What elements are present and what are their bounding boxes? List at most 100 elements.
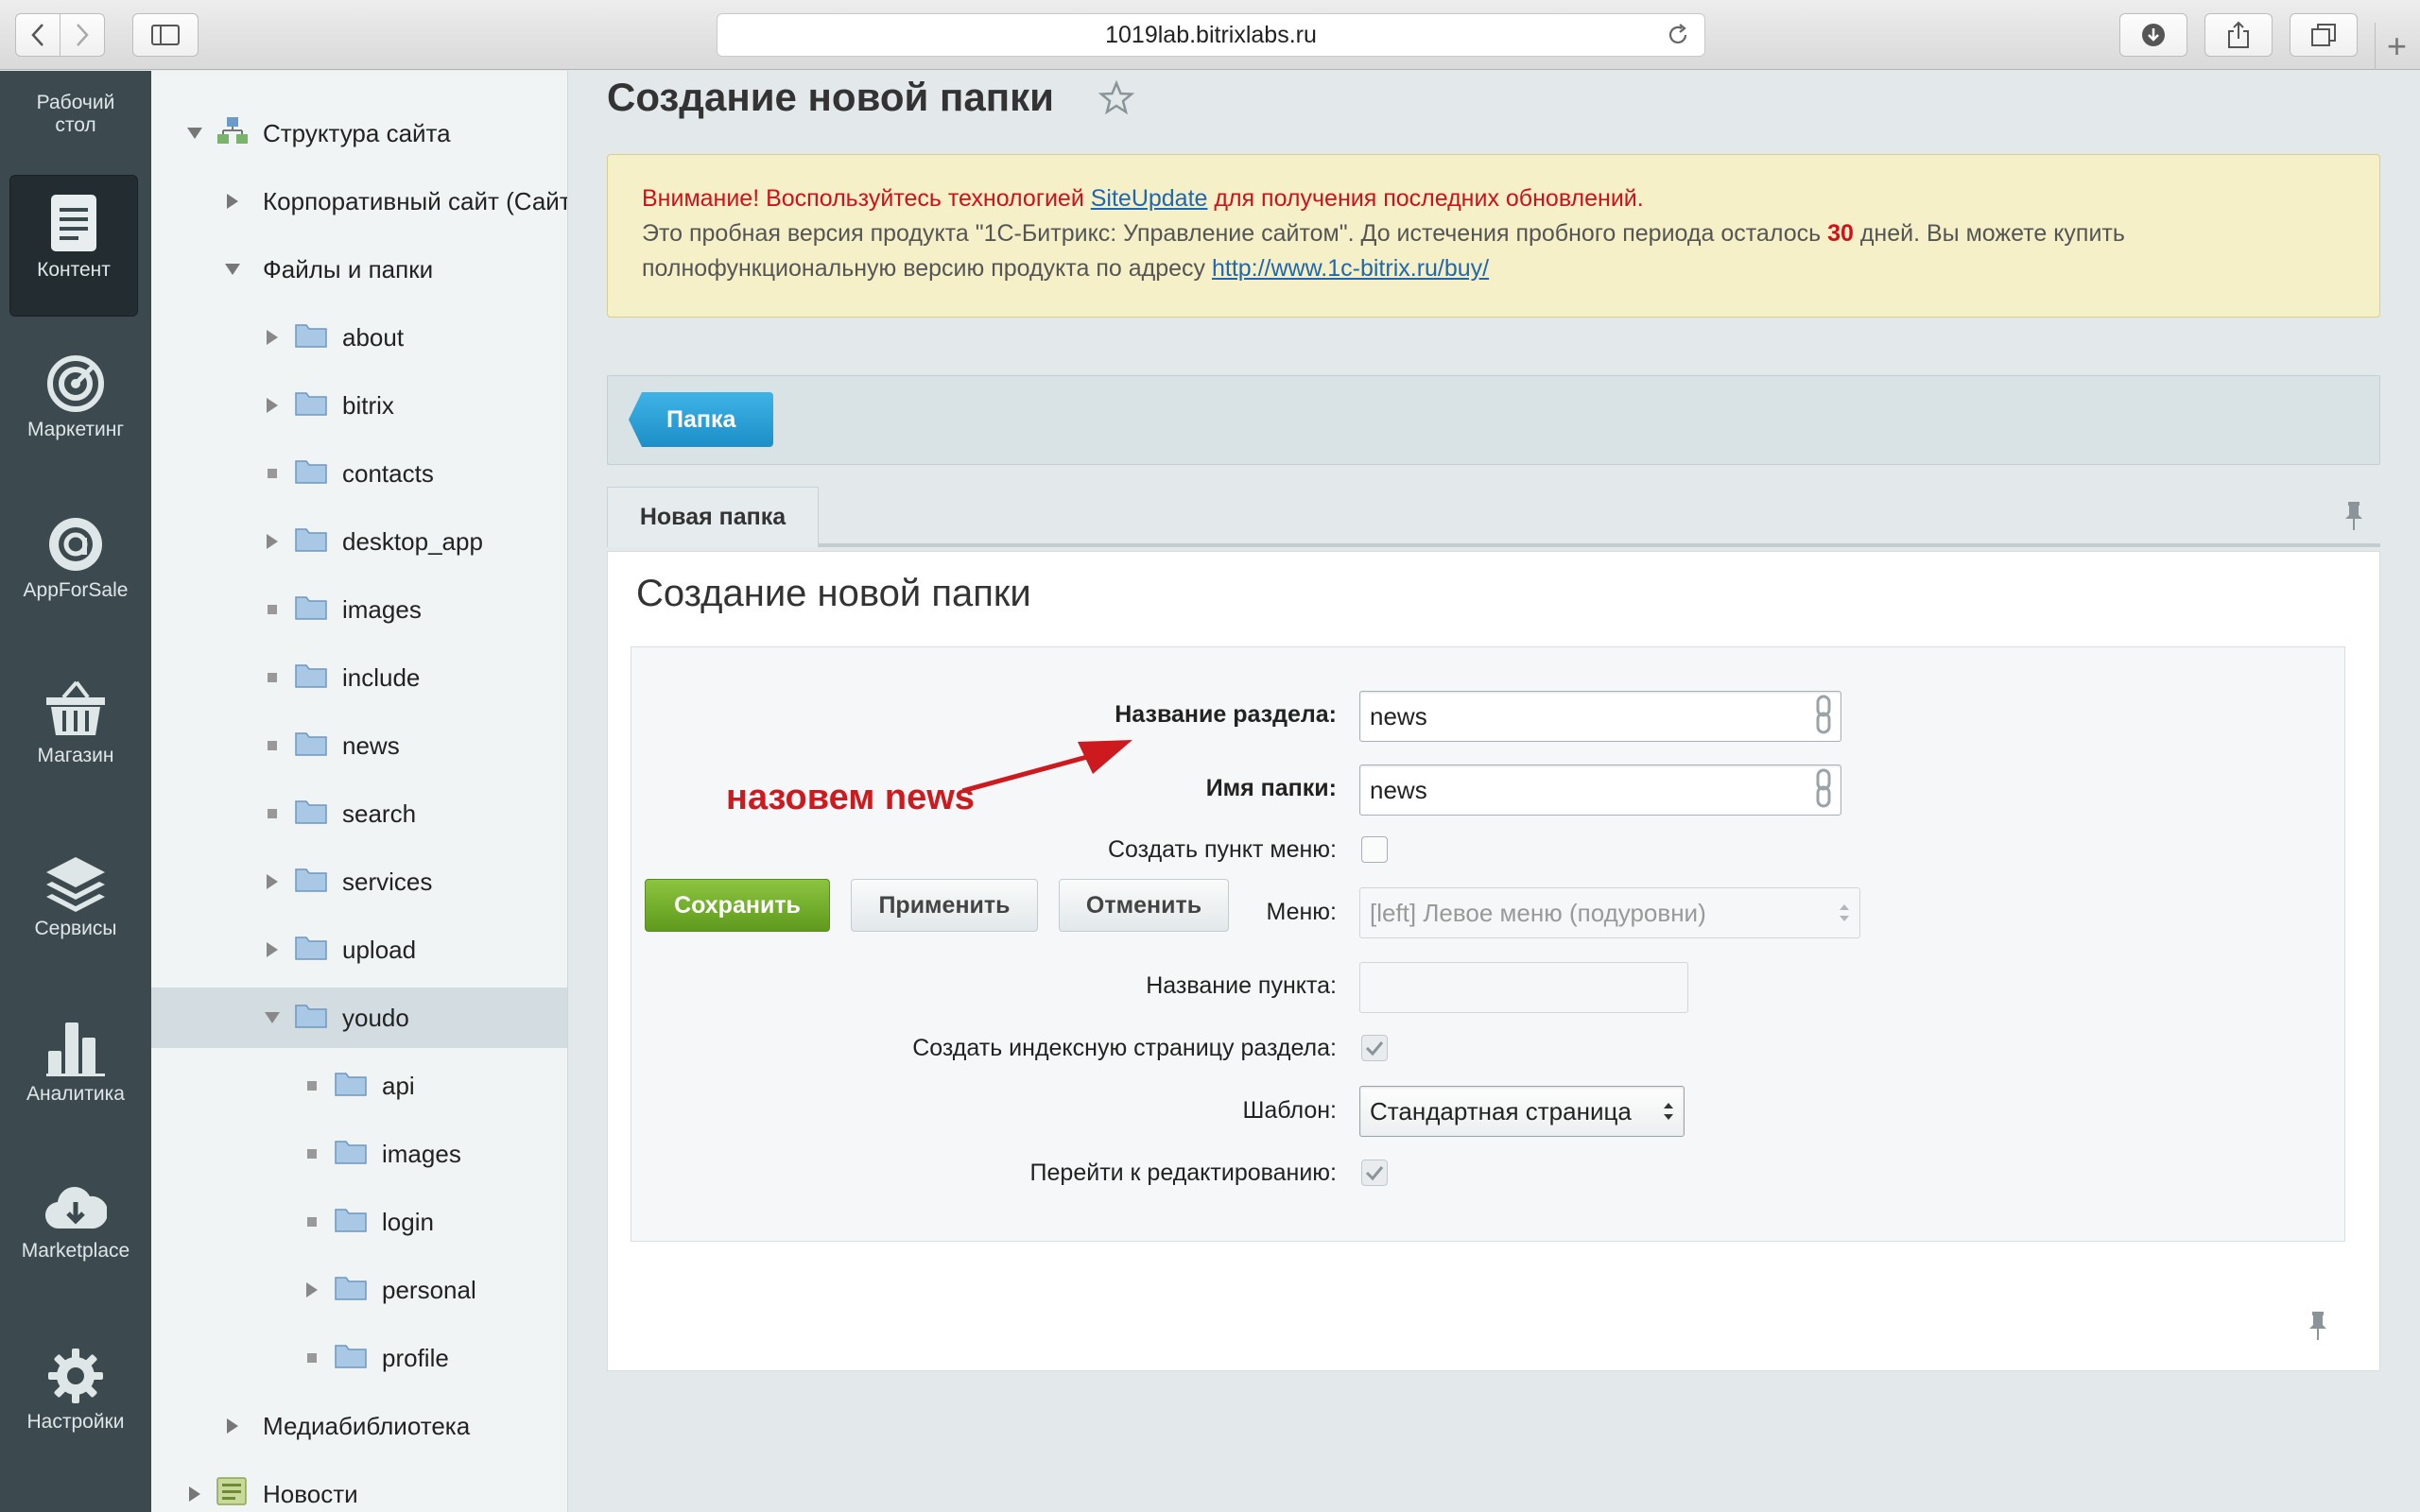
browser-chrome: 1019lab.bitrixlabs.ru + [0, 0, 2420, 70]
expanded-triangle-icon[interactable] [223, 260, 242, 279]
pin-icon[interactable] [2342, 500, 2365, 532]
tree-item-news-iblock[interactable]: Новости [151, 1464, 567, 1512]
item-name-input[interactable] [1359, 962, 1688, 1013]
tree-item-site-structure[interactable]: Структура сайта [151, 103, 567, 163]
tree-folder-include[interactable]: include [151, 647, 567, 708]
document-icon [51, 195, 96, 251]
menu-label: Меню: [1266, 899, 1337, 925]
menu-item-analytics[interactable]: Аналитика [0, 1019, 151, 1106]
apply-button[interactable]: Применить [851, 879, 1038, 932]
tree-item-media-library[interactable]: Медиабиблиотека [151, 1396, 567, 1456]
cloud-download-icon [44, 1187, 107, 1229]
menu-item-marketplace[interactable]: Marketplace [0, 1181, 151, 1263]
sidebar-icon [151, 25, 180, 45]
menu-item-shop[interactable]: Магазин [0, 680, 151, 767]
reload-icon[interactable] [1665, 22, 1691, 48]
collapsed-triangle-icon[interactable] [263, 396, 282, 415]
menu-label-marketing: Маркетинг [26, 419, 125, 440]
folder-icon [295, 662, 327, 695]
back-button[interactable] [15, 13, 60, 57]
tab-new-folder[interactable]: Новая папка [607, 487, 819, 547]
menu-select[interactable]: [left] Левое меню (подуровни) [1359, 887, 1860, 938]
tree-folder-about[interactable]: about [151, 307, 567, 368]
menu-item-settings[interactable]: Настройки [0, 1347, 151, 1434]
site-structure-tree: Структура сайта Корпоративный сайт (Сайт… [151, 71, 568, 1512]
buy-link[interactable]: http://www.1c-bitrix.ru/buy/ [1212, 255, 1489, 282]
save-button[interactable]: Сохранить [645, 879, 830, 932]
menu-label-content: Контент [37, 259, 111, 281]
tree-label: search [342, 799, 417, 828]
tree-folder-youdo[interactable]: youdo [151, 988, 567, 1048]
create-index-checkbox[interactable] [1361, 1035, 1388, 1061]
collapsed-triangle-icon[interactable] [223, 192, 242, 211]
tree-folder-search[interactable]: search [151, 783, 567, 844]
menu-item-appforsale[interactable]: AppForSale [0, 515, 151, 602]
tree-folder-services[interactable]: services [151, 851, 567, 912]
tree-label: images [342, 594, 422, 624]
section-name-input[interactable]: news [1359, 691, 1841, 742]
go-edit-checkbox[interactable] [1361, 1160, 1388, 1186]
collapsed-triangle-icon[interactable] [185, 1485, 204, 1503]
template-select[interactable]: Стандартная страница [1359, 1086, 1685, 1137]
tree-folder-desktop-app[interactable]: desktop_app [151, 511, 567, 572]
collapsed-triangle-icon[interactable] [302, 1280, 321, 1299]
chart-icon [46, 1022, 105, 1076]
folder-name-input[interactable]: news [1359, 765, 1841, 816]
tree-folder-api[interactable]: api [151, 1056, 567, 1116]
menu-item-services[interactable]: Сервисы [0, 855, 151, 940]
share-button[interactable] [2204, 13, 2273, 57]
tree-label: profile [382, 1343, 449, 1372]
folder-button[interactable]: Папка [629, 392, 774, 447]
sidebar-toggle-button[interactable] [132, 13, 199, 57]
tree-folder-personal[interactable]: personal [151, 1260, 567, 1320]
translit-link-icon[interactable] [1815, 768, 1832, 808]
tree-folder-contacts[interactable]: contacts [151, 443, 567, 504]
pin-icon[interactable] [2307, 1310, 2329, 1342]
cancel-button[interactable]: Отменить [1059, 879, 1229, 932]
address-bar[interactable]: 1019lab.bitrixlabs.ru [717, 13, 1705, 57]
menu-item-desktop[interactable]: Рабочий стол [0, 92, 151, 137]
app-icon [49, 518, 102, 571]
share-icon [2228, 21, 2249, 48]
forward-button[interactable] [60, 13, 105, 57]
menu-item-marketing[interactable]: Маркетинг [0, 354, 151, 441]
translit-link-icon[interactable] [1815, 695, 1832, 734]
new-tab-button[interactable]: + [2375, 23, 2418, 70]
tree-folder-youdo-images[interactable]: images [151, 1124, 567, 1184]
notice-text: Внимание! Воспользуйтесь технологией [642, 185, 1091, 212]
siteupdate-link[interactable]: SiteUpdate [1091, 185, 1208, 212]
collapsed-triangle-icon[interactable] [263, 328, 282, 347]
tree-item-corporate-site[interactable]: Корпоративный сайт (Сайт [151, 171, 567, 232]
tab-strip: Новая папка [607, 487, 2380, 547]
collapsed-triangle-icon[interactable] [263, 940, 282, 959]
tree-label: personal [382, 1275, 476, 1304]
downloads-button[interactable] [2119, 13, 2187, 57]
expanded-triangle-icon[interactable] [263, 1008, 282, 1027]
chevron-right-icon [77, 24, 89, 46]
tree-folder-images[interactable]: images [151, 579, 567, 640]
tabs-overview-button[interactable] [2290, 13, 2358, 57]
tree-item-files-folders[interactable]: Файлы и папки [151, 239, 567, 300]
folder-icon [295, 525, 327, 558]
collapsed-triangle-icon[interactable] [223, 1417, 242, 1435]
folder-icon [295, 321, 327, 354]
create-menu-checkbox[interactable] [1361, 836, 1388, 863]
collapsed-triangle-icon[interactable] [263, 532, 282, 551]
notice-text: полнофункциональную версию продукта по а… [642, 255, 1212, 282]
tree-label: contacts [342, 458, 434, 488]
collapsed-triangle-icon[interactable] [263, 872, 282, 891]
tree-folder-news[interactable]: news [151, 715, 567, 776]
menu-label-analytics: Аналитика [26, 1083, 125, 1105]
tree-folder-login[interactable]: login [151, 1192, 567, 1252]
menu-item-content[interactable]: Контент [9, 175, 138, 317]
annotation-label: назовем news [726, 778, 975, 817]
checkmark-icon [1365, 1041, 1384, 1057]
template-label: Шаблон: [1242, 1097, 1337, 1124]
expanded-triangle-icon[interactable] [185, 124, 204, 143]
tree-folder-upload[interactable]: upload [151, 919, 567, 980]
leaf-bullet-icon [263, 804, 282, 823]
tree-label: Структура сайта [263, 118, 451, 147]
tree-folder-profile[interactable]: profile [151, 1328, 567, 1388]
favorite-star-icon[interactable] [1098, 80, 1134, 116]
tree-folder-bitrix[interactable]: bitrix [151, 375, 567, 436]
